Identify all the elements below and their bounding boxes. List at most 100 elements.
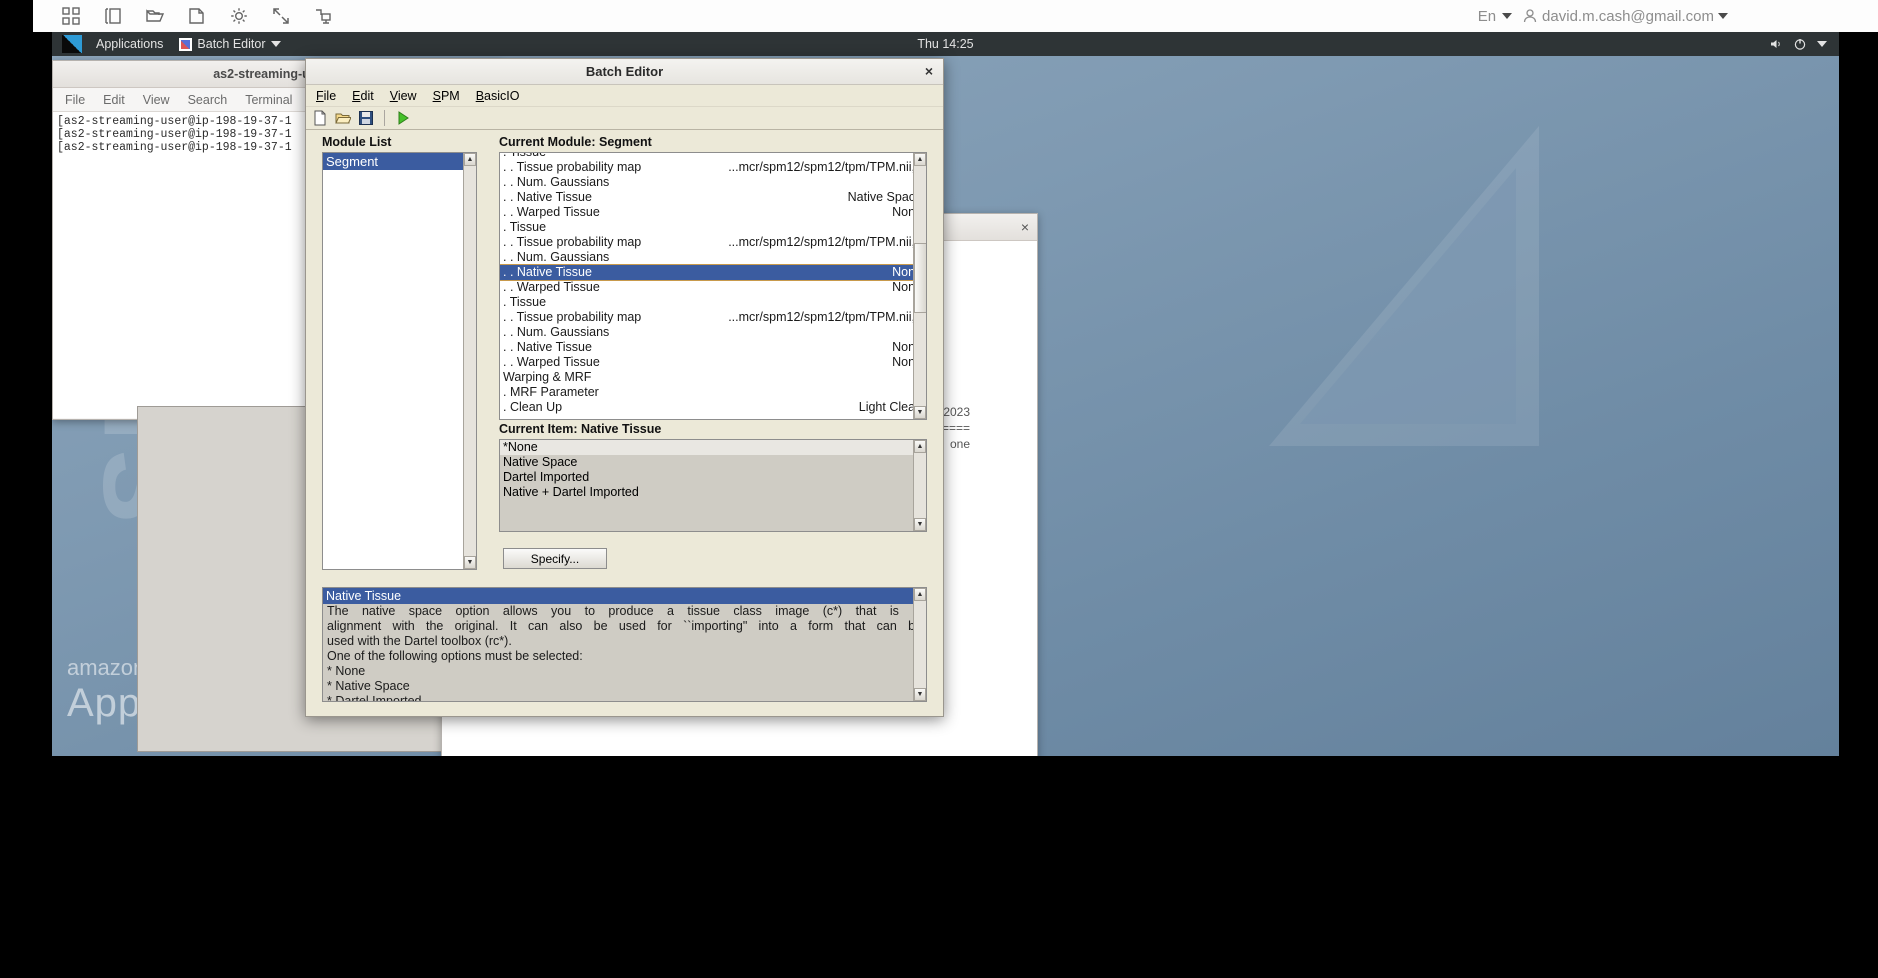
menu-edit[interactable]: Edit <box>352 89 374 103</box>
close-icon[interactable]: × <box>925 63 933 79</box>
module-item-row[interactable]: . . Num. Gaussians2 <box>500 325 926 340</box>
module-item-key: . . Tissue probability map <box>503 310 642 324</box>
module-item-key: . Tissue <box>503 220 547 234</box>
terminal-menu-search[interactable]: Search <box>188 93 228 107</box>
batch-editor-toolbar <box>306 107 943 130</box>
appstream-right-group: En david.m.cash@gmail.com <box>1478 8 1728 25</box>
module-item-row[interactable]: . Tissue <box>500 220 926 235</box>
module-item-key: . . Num. Gaussians <box>503 250 610 264</box>
current-item-option[interactable]: Native + Dartel Imported <box>500 485 926 500</box>
chevron-down-icon <box>270 41 281 47</box>
volume-icon[interactable] <box>1769 37 1783 51</box>
current-module-list[interactable]: . Tissue. . Tissue probability map ...mcr… <box>499 152 927 420</box>
applications-menu[interactable]: Applications <box>88 37 171 51</box>
scroll-down-icon[interactable]: ▼ <box>914 688 926 701</box>
user-icon <box>1523 9 1537 23</box>
taskbar-item-batch-editor[interactable]: Batch Editor <box>171 37 288 51</box>
right-window-line: ==== <box>942 421 971 435</box>
current-item-option[interactable]: *None <box>500 440 926 455</box>
open-folder-icon[interactable] <box>335 110 351 126</box>
module-item-row[interactable]: . . Warped Tissue None <box>500 205 926 220</box>
current-item-option[interactable]: Dartel Imported <box>500 470 926 485</box>
scroll-up-icon[interactable]: ▲ <box>914 153 926 166</box>
specify-button[interactable]: Specify... <box>503 548 607 569</box>
module-item-row[interactable]: . . Warped Tissue None <box>500 355 926 370</box>
terminal-menu-file[interactable]: File <box>65 93 85 107</box>
module-item-key: . . Warped Tissue <box>503 355 600 369</box>
copy-icon[interactable] <box>187 6 207 26</box>
menu-basicio[interactable]: BasicIO <box>476 89 520 103</box>
module-item-row[interactable]: . Tissue <box>500 152 926 160</box>
module-item-value: ...mcr/spm12/spm12/tpm/TPM.nii,6 <box>728 310 922 324</box>
fullscreen-icon[interactable] <box>271 6 291 26</box>
current-module-label: Current Module: Segment <box>499 135 652 149</box>
grid-icon[interactable] <box>61 6 81 26</box>
help-panel[interactable]: Native Tissue The native space option al… <box>322 587 927 702</box>
chevron-down-icon <box>1718 13 1728 19</box>
module-item-row[interactable]: Warping & MRF <box>500 370 926 385</box>
new-file-icon[interactable] <box>312 110 328 126</box>
run-icon[interactable] <box>395 110 411 126</box>
module-item-key: . . Warped Tissue <box>503 280 600 294</box>
scroll-down-icon[interactable]: ▼ <box>914 518 926 531</box>
module-item-key: . Tissue <box>503 152 547 159</box>
current-item-options-list[interactable]: *None Native Space Dartel Imported Native +… <box>499 439 927 532</box>
module-item-row[interactable]: . . Tissue probability map ...mcr/spm12/s… <box>500 235 926 250</box>
gear-icon[interactable] <box>229 6 249 26</box>
module-list-scrollbar[interactable]: ▲ ▼ <box>463 153 476 569</box>
current-module-rows: . Tissue. . Tissue probability map ...mcr… <box>500 152 926 415</box>
module-item-row[interactable]: . . Native Tissue None <box>500 340 926 355</box>
panel-tray <box>1769 37 1827 51</box>
module-list-item-segment[interactable]: Segment <box>323 153 476 170</box>
scroll-up-icon[interactable]: ▲ <box>914 588 926 601</box>
batch-editor-window[interactable]: Batch Editor × File Edit View SPM BasicI… <box>305 58 944 717</box>
menu-view[interactable]: View <box>390 89 417 103</box>
scroll-down-icon[interactable]: ▼ <box>914 406 926 419</box>
module-item-key: . . Native Tissue <box>503 265 592 279</box>
module-item-row[interactable]: . . Num. Gaussians3 <box>500 175 926 190</box>
power-icon[interactable] <box>1793 37 1807 51</box>
chevron-down-icon[interactable] <box>1817 41 1827 47</box>
terminal-menu-terminal[interactable]: Terminal <box>245 93 292 107</box>
panel-clock: Thu 14:25 <box>917 37 974 51</box>
module-item-key: . . Tissue probability map <box>503 160 642 174</box>
current-module-scrollbar[interactable]: ▲ ▼ <box>913 153 926 419</box>
disconnect-icon[interactable] <box>313 6 333 26</box>
module-item-row[interactable]: . Tissue <box>500 295 926 310</box>
close-icon[interactable]: × <box>1021 219 1029 235</box>
current-item-scrollbar[interactable]: ▲ ▼ <box>913 440 926 531</box>
help-scrollbar[interactable]: ▲ ▼ <box>913 588 926 701</box>
scroll-down-icon[interactable]: ▼ <box>464 556 476 569</box>
module-item-row[interactable]: . Clean Up Light Clean <box>500 400 926 415</box>
module-item-row[interactable]: . . Native Tissue Native Space <box>500 190 926 205</box>
module-item-row-selected[interactable]: . . Native Tissue None <box>500 264 926 281</box>
user-menu[interactable]: david.m.cash@gmail.com <box>1522 8 1728 25</box>
scroll-up-icon[interactable]: ▲ <box>914 440 926 453</box>
distro-logo-icon <box>62 35 82 53</box>
chevron-down-icon <box>1502 13 1513 19</box>
menu-file[interactable]: File <box>316 89 336 103</box>
module-item-row[interactable]: . . Num. Gaussians4 <box>500 250 926 265</box>
panel-icon[interactable] <box>103 6 123 26</box>
folder-open-icon[interactable] <box>145 6 165 26</box>
help-text: The native space option allows you to pr… <box>323 604 926 701</box>
terminal-menu-view[interactable]: View <box>143 93 170 107</box>
module-list[interactable]: Segment ▲ ▼ <box>322 152 477 570</box>
module-item-row[interactable]: . . Warped Tissue None <box>500 280 926 295</box>
wallpaper-triangle-inner <box>1300 168 1516 424</box>
terminal-menu-edit[interactable]: Edit <box>103 93 125 107</box>
menu-spm[interactable]: SPM <box>433 89 460 103</box>
help-line: One of the following options must be sel… <box>327 649 583 663</box>
language-selector[interactable]: En <box>1478 8 1513 25</box>
module-item-row[interactable]: . . Tissue probability map ...mcr/spm12/s… <box>500 160 926 175</box>
appstream-tool-group <box>61 6 333 26</box>
module-item-row[interactable]: . MRF Parameter1 <box>500 385 926 400</box>
module-item-row[interactable]: . . Tissue probability map ...mcr/spm12/s… <box>500 310 926 325</box>
batch-editor-menubar: File Edit View SPM BasicIO <box>306 85 943 107</box>
save-icon[interactable] <box>358 110 374 126</box>
module-item-key: . . Num. Gaussians <box>503 325 610 339</box>
scrollbar-thumb[interactable] <box>914 243 926 313</box>
scroll-up-icon[interactable]: ▲ <box>464 153 476 166</box>
current-item-option[interactable]: Native Space <box>500 455 926 470</box>
help-line: used with the Dartel toolbox (rc*). <box>327 634 512 648</box>
